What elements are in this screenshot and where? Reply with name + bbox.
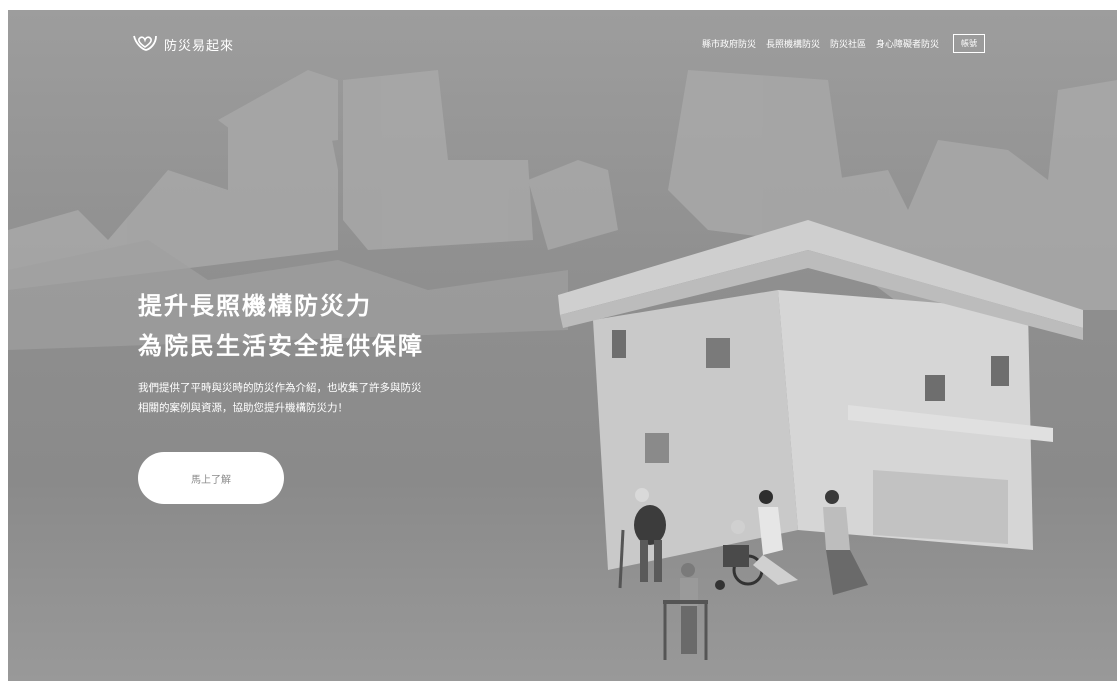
hero-title: 提升長照機構防災力 為院民生活安全提供保障 (138, 286, 424, 366)
nav-item-long-term-care[interactable]: 長照機構防災 (766, 37, 820, 50)
nav-item-community[interactable]: 防災社區 (830, 37, 866, 50)
nav-item-disability[interactable]: 身心障礙者防災 (876, 37, 939, 50)
main-nav: 縣市政府防災 長照機構防災 防災社區 身心障礙者防災 帳號 (702, 34, 985, 53)
hands-heart-logo-icon (132, 32, 158, 56)
account-button[interactable]: 帳號 (953, 34, 985, 53)
brand[interactable]: 防災易起來 (132, 32, 234, 56)
hero-description: 我們提供了平時與災時的防災作為介紹，也收集了許多與防災 相關的案例與資源，協助您… (138, 378, 478, 418)
hero-desc-line-1: 我們提供了平時與災時的防災作為介紹，也收集了許多與防災 (138, 382, 422, 394)
hero-desc-line-2: 相關的案例與資源，協助您提升機構防災力！ (138, 402, 348, 414)
page-frame: 防災易起來 縣市政府防災 長照機構防災 防災社區 身心障礙者防災 帳號 提升長照… (8, 10, 1117, 681)
hero-title-line-1: 提升長照機構防災力 (138, 292, 372, 320)
learn-more-button[interactable]: 馬上了解 (138, 452, 284, 504)
hero-title-line-2: 為院民生活安全提供保障 (138, 332, 424, 360)
nav-item-city-government[interactable]: 縣市政府防災 (702, 37, 756, 50)
brand-name: 防災易起來 (164, 38, 235, 54)
